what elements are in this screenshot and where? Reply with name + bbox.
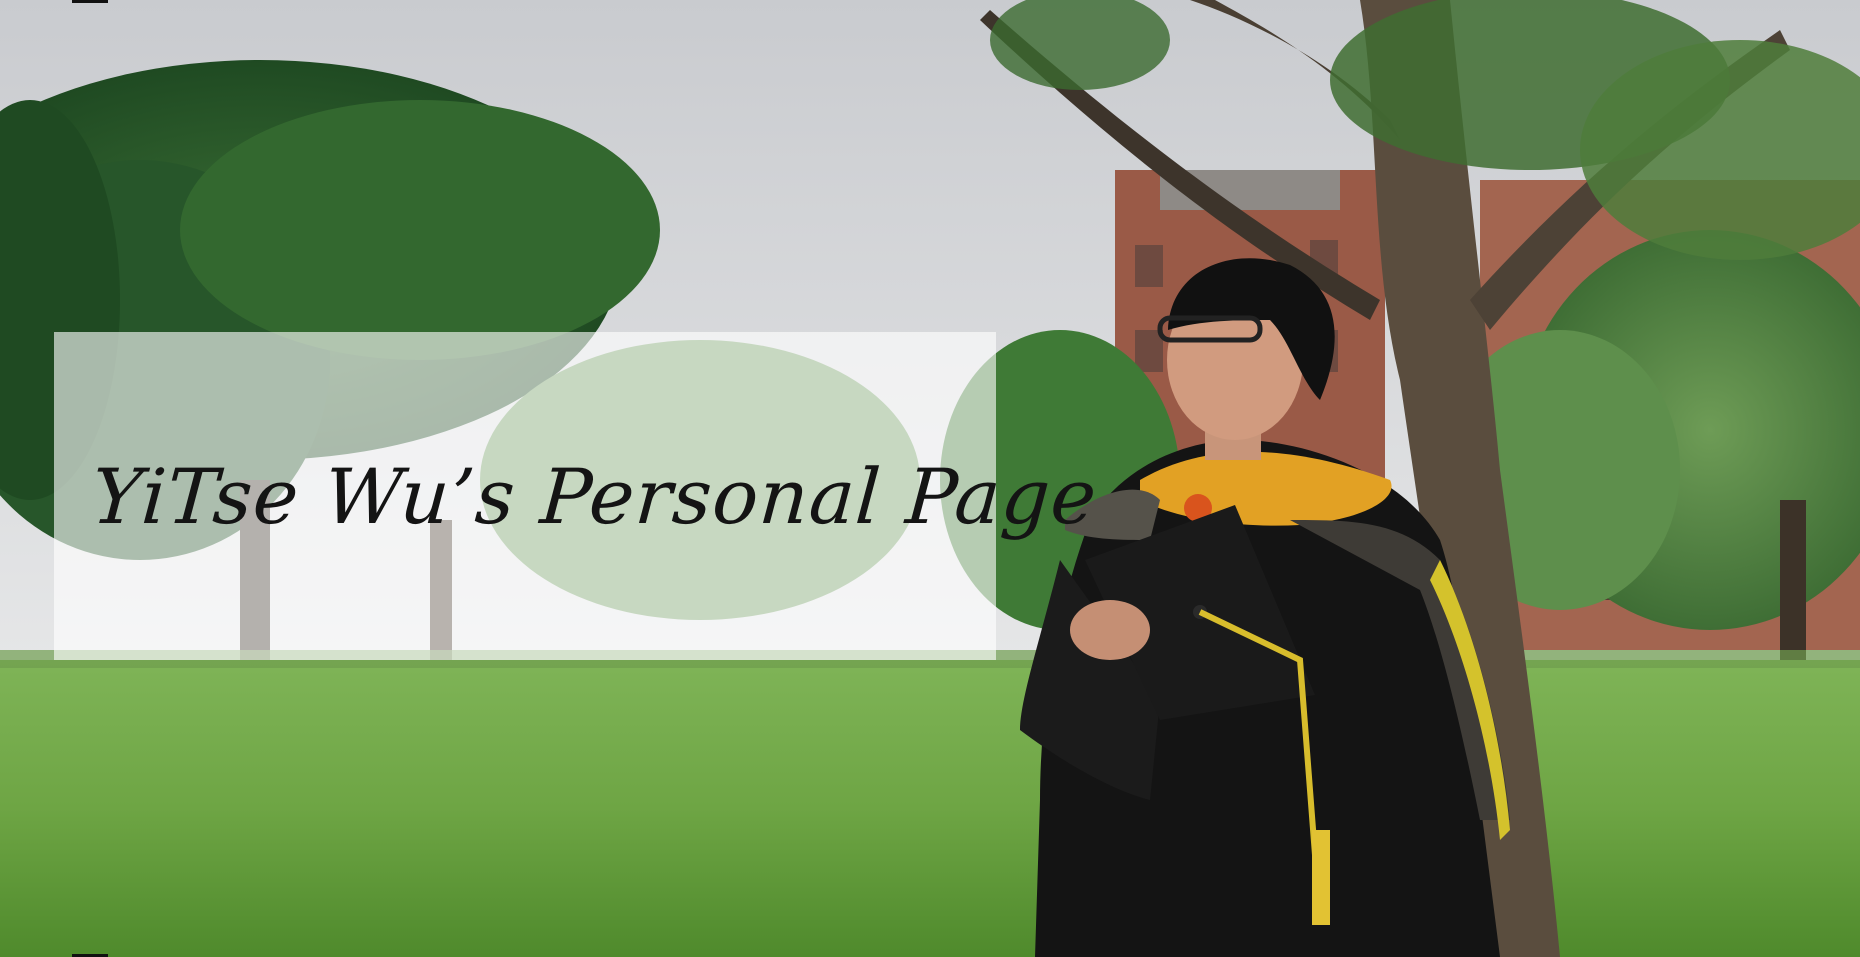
page-title: YiTse Wu’s Personal Page xyxy=(88,451,1101,541)
top-edge-marker xyxy=(72,0,108,3)
title-overlay-panel: YiTse Wu’s Personal Page xyxy=(54,332,1100,660)
hero-banner: YiTse Wu’s Personal Page xyxy=(0,0,1860,957)
